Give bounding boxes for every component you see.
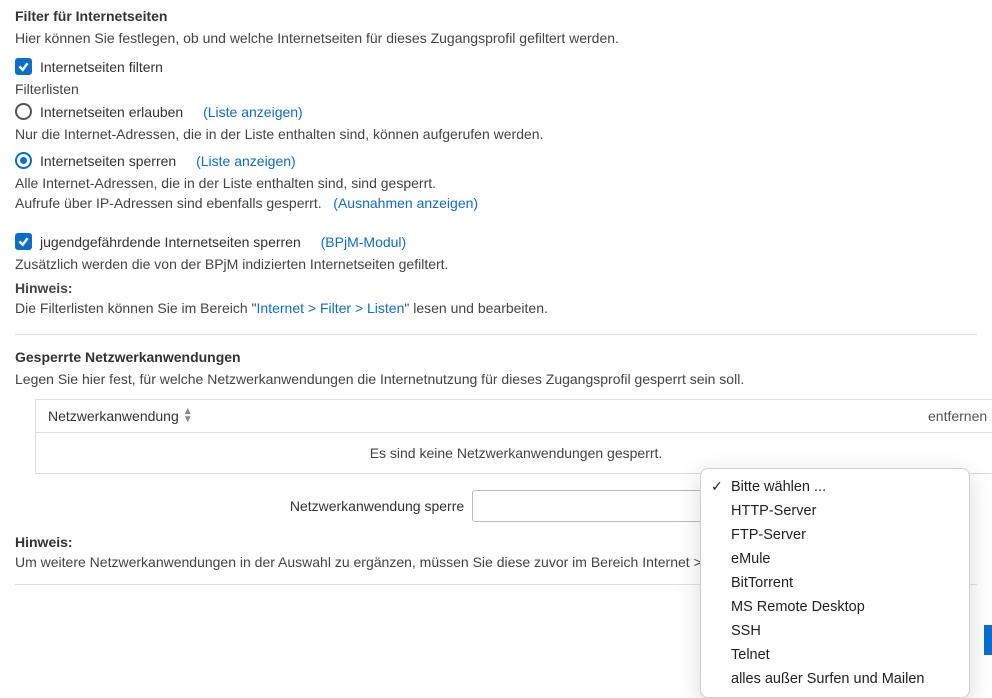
block-app-select[interactable] (472, 490, 702, 522)
sort-icon: ▲▼ (183, 408, 193, 424)
filter-hint-b: " lesen und bearbeiten. (404, 300, 548, 316)
dd-option[interactable]: Telnet (701, 643, 969, 667)
col-remove-header: entfernen (916, 400, 992, 432)
dd-option[interactable]: eMule (701, 547, 969, 571)
filter-enable-checkbox[interactable] (15, 58, 32, 75)
dd-option[interactable]: SSH (701, 619, 969, 643)
filter-enable-label: Internetseiten filtern (40, 59, 163, 75)
dd-option[interactable]: Bitte wählen ... (701, 475, 969, 499)
bpjm-checkbox[interactable] (15, 233, 32, 250)
filter-hint-a: Die Filterlisten können Sie im Bereich " (15, 300, 257, 316)
block-app-dropdown[interactable]: Bitte wählen ... HTTP-Server FTP-Server … (700, 468, 970, 698)
filter-desc: Hier können Sie festlegen, ob und welche… (15, 30, 977, 46)
exceptions-link[interactable]: (Ausnahmen anzeigen) (333, 195, 478, 211)
corner-accent (984, 625, 992, 655)
allow-label: Internetseiten erlauben (40, 104, 183, 120)
col-app-header[interactable]: Netzwerkanwendung ▲▼ (36, 400, 916, 432)
netapps-empty: Es sind keine Netzwerkanwendungen gesper… (36, 433, 992, 473)
col-app-label: Netzwerkanwendung (48, 408, 179, 424)
netapps-table: Netzwerkanwendung ▲▼ entfernen Es sind k… (35, 399, 992, 474)
filterlists-heading: Filterlisten (15, 81, 977, 97)
block-radio[interactable] (15, 152, 32, 169)
filter-hint-label: Hinweis: (15, 280, 977, 296)
section-divider (15, 334, 977, 335)
dd-option[interactable]: BitTorrent (701, 571, 969, 595)
netapps-desc: Legen Sie hier fest, für welche Netzwerk… (15, 371, 977, 387)
block-app-label: Netzwerkanwendung sperre (290, 498, 464, 514)
allow-desc: Nur die Internet-Adressen, die in der Li… (15, 126, 977, 142)
dd-option[interactable]: MS Remote Desktop (701, 595, 969, 619)
block-desc1: Alle Internet-Adressen, die in der Liste… (15, 175, 977, 191)
block-desc2a: Aufrufe über IP-Adressen sind ebenfalls … (15, 195, 322, 211)
bpjm-desc: Zusätzlich werden die von der BPjM indiz… (15, 256, 977, 272)
block-label: Internetseiten sperren (40, 153, 176, 169)
block-show-list-link[interactable]: (Liste anzeigen) (196, 153, 296, 169)
allow-show-list-link[interactable]: (Liste anzeigen) (203, 104, 303, 120)
dd-option[interactable]: HTTP-Server (701, 499, 969, 523)
netapps-heading: Gesperrte Netzwerkanwendungen (15, 349, 977, 365)
filter-hint-link[interactable]: Internet > Filter > Listen (257, 300, 405, 316)
allow-radio[interactable] (15, 103, 32, 120)
dd-option[interactable]: alles außer Surfen und Mailen (701, 667, 969, 691)
filter-heading: Filter für Internetseiten (15, 8, 977, 24)
dd-option[interactable]: FTP-Server (701, 523, 969, 547)
bpjm-label: jugendgefährdende Internetseiten sperren (40, 234, 301, 250)
bpjm-tag-link[interactable]: (BPjM-Modul) (321, 234, 407, 250)
